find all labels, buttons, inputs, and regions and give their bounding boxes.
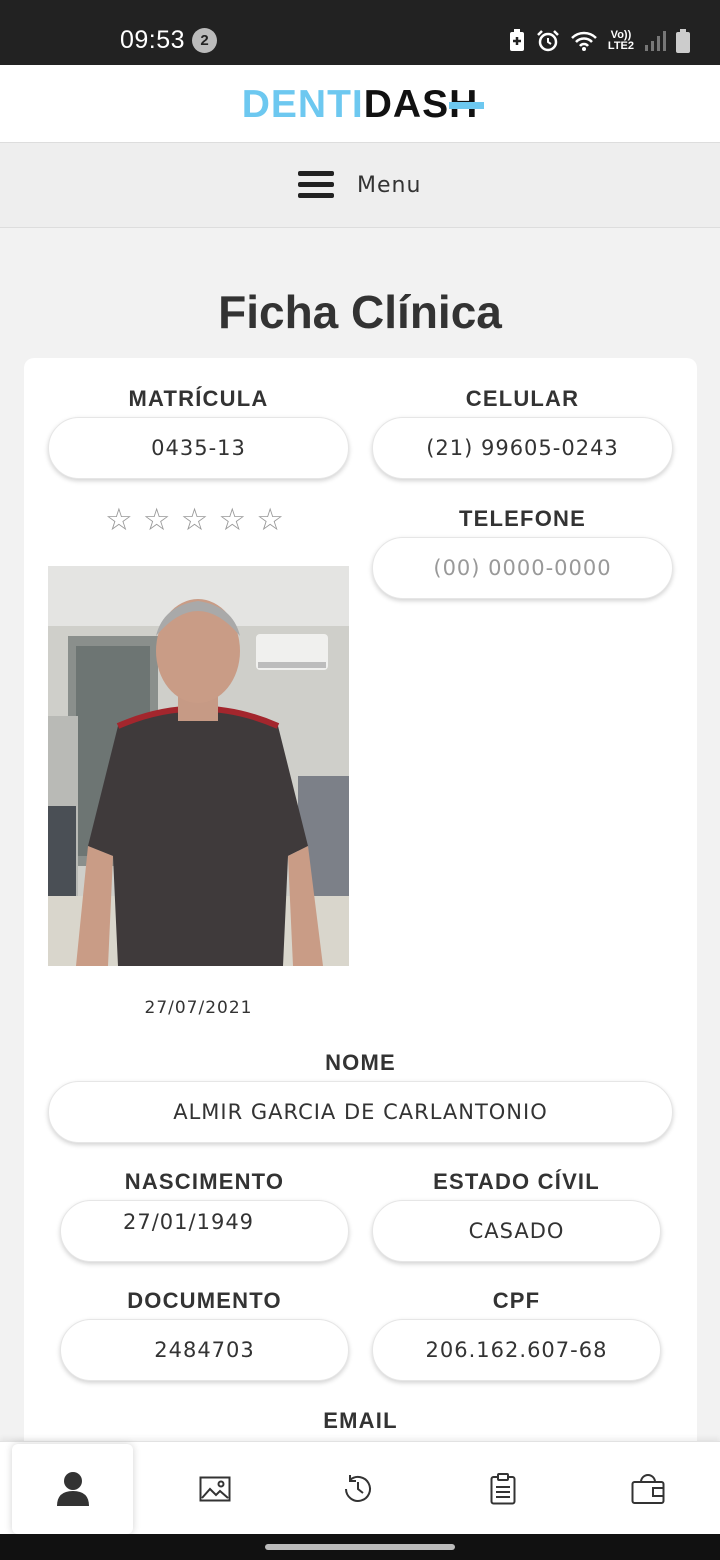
rating-stars[interactable]: ☆ ☆ ☆ ☆ ☆ — [105, 505, 284, 536]
documento-label: DOCUMENTO — [127, 1288, 282, 1313]
tab-records[interactable] — [443, 1442, 563, 1535]
email-label: EMAIL — [323, 1408, 398, 1433]
wifi-icon — [571, 31, 597, 51]
hamburger-icon[interactable] — [298, 171, 334, 201]
signal-icon — [645, 31, 666, 51]
page-title: Ficha Clínica — [218, 286, 502, 338]
celular-field[interactable]: (21) 99605-0243 — [372, 417, 673, 479]
telefone-field[interactable]: (00) 0000-0000 — [372, 537, 673, 599]
history-icon — [345, 1474, 371, 1502]
volte-indicator: Vo)) LTE2 — [607, 29, 634, 52]
clipboard-icon — [490, 1472, 516, 1504]
nome-label: NOME — [325, 1050, 396, 1075]
telefone-label: TELEFONE — [459, 506, 586, 531]
star-icon[interactable]: ☆ — [105, 505, 133, 536]
tab-finance[interactable] — [588, 1442, 708, 1535]
alarm-icon — [537, 30, 559, 52]
battery-icon — [676, 29, 690, 53]
estado-civil-field[interactable]: CASADO — [372, 1200, 661, 1262]
cpf-field[interactable]: 206.162.607-68 — [372, 1319, 661, 1381]
celular-label: CELULAR — [465, 386, 580, 411]
wallet-icon — [631, 1473, 665, 1504]
nome-field[interactable]: ALMIR GARCIA DE CARLANTONIO — [48, 1081, 673, 1143]
nascimento-label: NASCIMENTO — [124, 1169, 285, 1194]
documento-field[interactable]: 2484703 — [60, 1319, 349, 1381]
notification-count-badge: 2 — [192, 28, 217, 53]
estado-civil-label: ESTADO CÍVIL — [433, 1169, 600, 1194]
nascimento-field[interactable]: 27/01/1949 — [60, 1200, 349, 1262]
dentidash-logo[interactable]: DENTIDASH — [0, 83, 720, 127]
user-icon — [56, 1472, 89, 1506]
menu-label[interactable]: Menu — [357, 173, 421, 198]
bottom-tab-bar — [0, 1441, 720, 1534]
cpf-label: CPF — [492, 1288, 541, 1313]
star-icon[interactable]: ☆ — [181, 505, 209, 536]
star-icon[interactable]: ☆ — [143, 505, 171, 536]
patient-photo[interactable] — [48, 566, 349, 966]
matricula-label: MATRÍCULA — [128, 386, 269, 411]
tab-images[interactable] — [155, 1442, 275, 1535]
star-icon[interactable]: ☆ — [256, 505, 284, 536]
status-bar: 09:53 2 Vo)) LTE2 — [0, 0, 720, 65]
status-time: 09:53 — [120, 26, 186, 54]
app-header: DENTIDASH — [0, 65, 720, 143]
home-gesture-handle[interactable] — [265, 1544, 455, 1550]
image-icon — [199, 1476, 231, 1501]
matricula-field[interactable]: 0435-13 — [48, 417, 349, 479]
battery-saver-icon — [509, 29, 524, 51]
star-icon[interactable]: ☆ — [218, 505, 246, 536]
tab-history[interactable] — [298, 1442, 418, 1535]
status-icons: Vo)) LTE2 — [508, 26, 690, 56]
menu-bar[interactable]: Menu — [0, 143, 720, 228]
tab-profile[interactable] — [12, 1444, 133, 1534]
photo-date: 27/07/2021 — [144, 998, 253, 1018]
system-nav-bar — [0, 1534, 720, 1560]
